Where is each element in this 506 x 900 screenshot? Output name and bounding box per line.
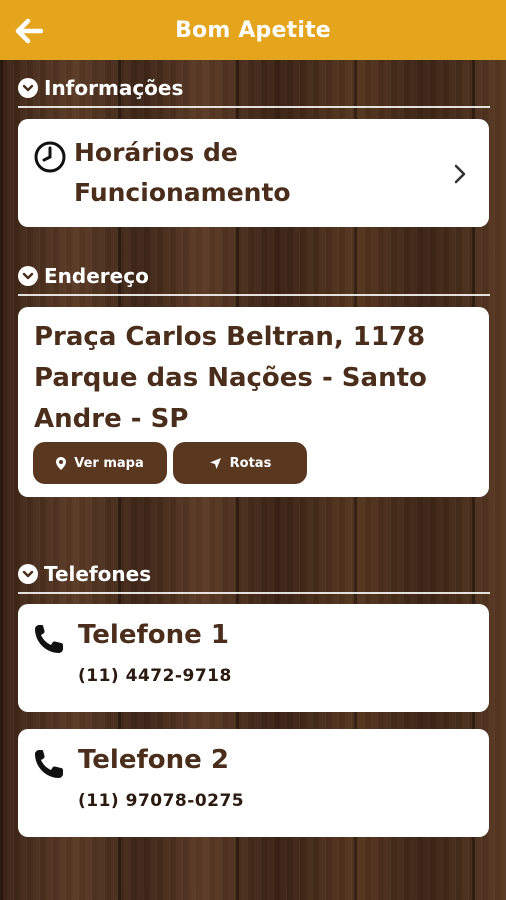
routes-button[interactable]: Rotas (173, 442, 307, 484)
view-map-label: Ver mapa (74, 455, 144, 471)
section-title-address: Endereço (44, 264, 149, 288)
section-header-info[interactable]: Informações (18, 70, 490, 108)
chevron-down-circle-icon (18, 266, 38, 286)
clock-icon (34, 141, 66, 173)
app-header: Bom Apetite (0, 0, 506, 60)
arrow-left-icon (15, 18, 43, 44)
chevron-down-circle-icon (18, 564, 38, 584)
chevron-right-icon (454, 164, 466, 184)
phone-label-2: Telefone 2 (78, 745, 229, 775)
address-line2: Parque das Nações - Santo (34, 363, 427, 393)
page-title: Bom Apetite (175, 17, 331, 43)
opening-hours-label: Horários de Funcionamento (74, 133, 404, 213)
back-button[interactable] (14, 16, 44, 46)
phone-icon (35, 625, 63, 653)
phone-card-1[interactable]: Telefone 1 (11) 4472-9718 (18, 604, 489, 712)
address-line1: Praça Carlos Beltran, 1178 (34, 322, 426, 352)
section-header-phones[interactable]: Telefones (18, 556, 490, 594)
section-title-info: Informações (44, 76, 184, 100)
view-map-button[interactable]: Ver mapa (33, 442, 167, 484)
opening-hours-label-line2: Funcionamento (74, 178, 291, 207)
chevron-down-circle-icon (18, 78, 38, 98)
phone-card-2[interactable]: Telefone 2 (11) 97078-0275 (18, 729, 489, 837)
map-pin-icon (56, 456, 67, 470)
phone-number-1: (11) 4472-9718 (78, 666, 232, 686)
address-card: Praça Carlos Beltran, 1178 Parque das Na… (18, 307, 489, 497)
address-line3: Andre - SP (34, 404, 189, 434)
address-text: Praça Carlos Beltran, 1178 Parque das Na… (34, 317, 474, 440)
opening-hours-card[interactable]: Horários de Funcionamento (18, 119, 489, 227)
section-header-address[interactable]: Endereço (18, 258, 490, 296)
section-title-phones: Telefones (44, 562, 152, 586)
routes-label: Rotas (229, 455, 272, 471)
navigation-arrow-icon (209, 457, 221, 469)
phone-number-2: (11) 97078-0275 (78, 791, 245, 811)
opening-hours-label-line1: Horários de (74, 138, 238, 167)
phone-label-1: Telefone 1 (78, 620, 229, 650)
phone-icon (35, 750, 63, 778)
